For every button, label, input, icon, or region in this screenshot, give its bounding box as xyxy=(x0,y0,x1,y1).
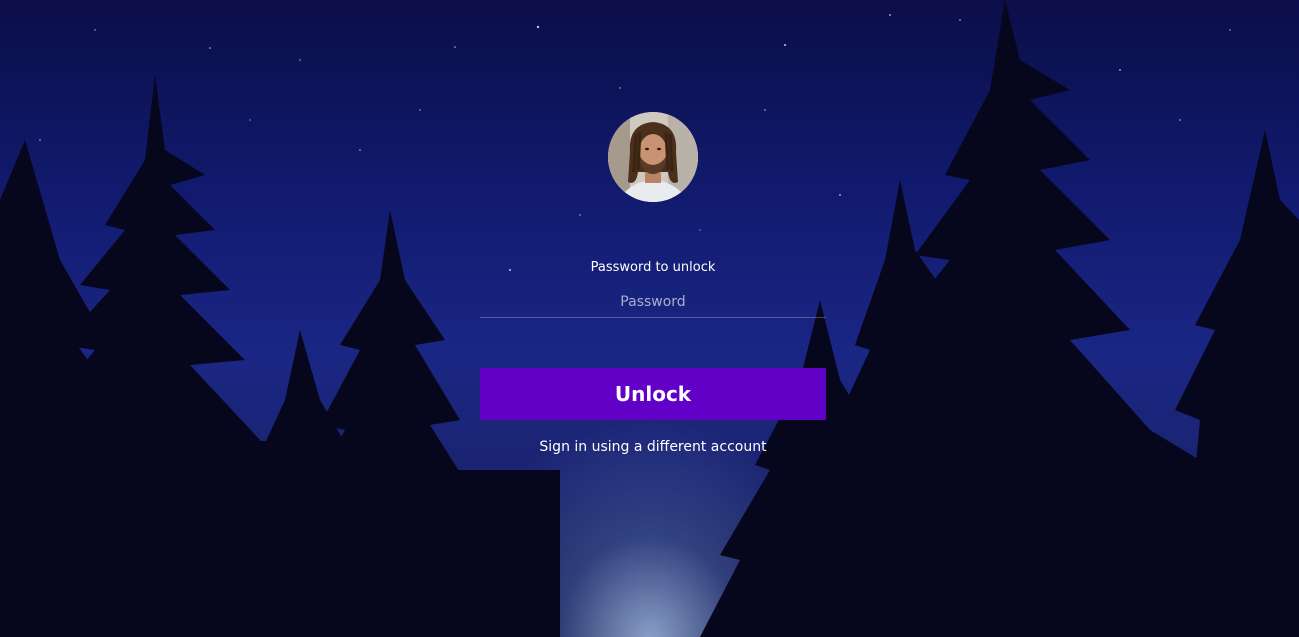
password-label: Password to unlock xyxy=(590,260,716,275)
unlock-button[interactable]: Unlock xyxy=(480,368,826,420)
user-photo xyxy=(608,112,698,202)
lock-panel: Password to unlock Unlock Sign in using … xyxy=(480,112,826,472)
switch-account-link[interactable]: Sign in using a different account xyxy=(480,439,826,455)
avatar xyxy=(608,112,698,202)
password-input[interactable] xyxy=(480,286,826,318)
